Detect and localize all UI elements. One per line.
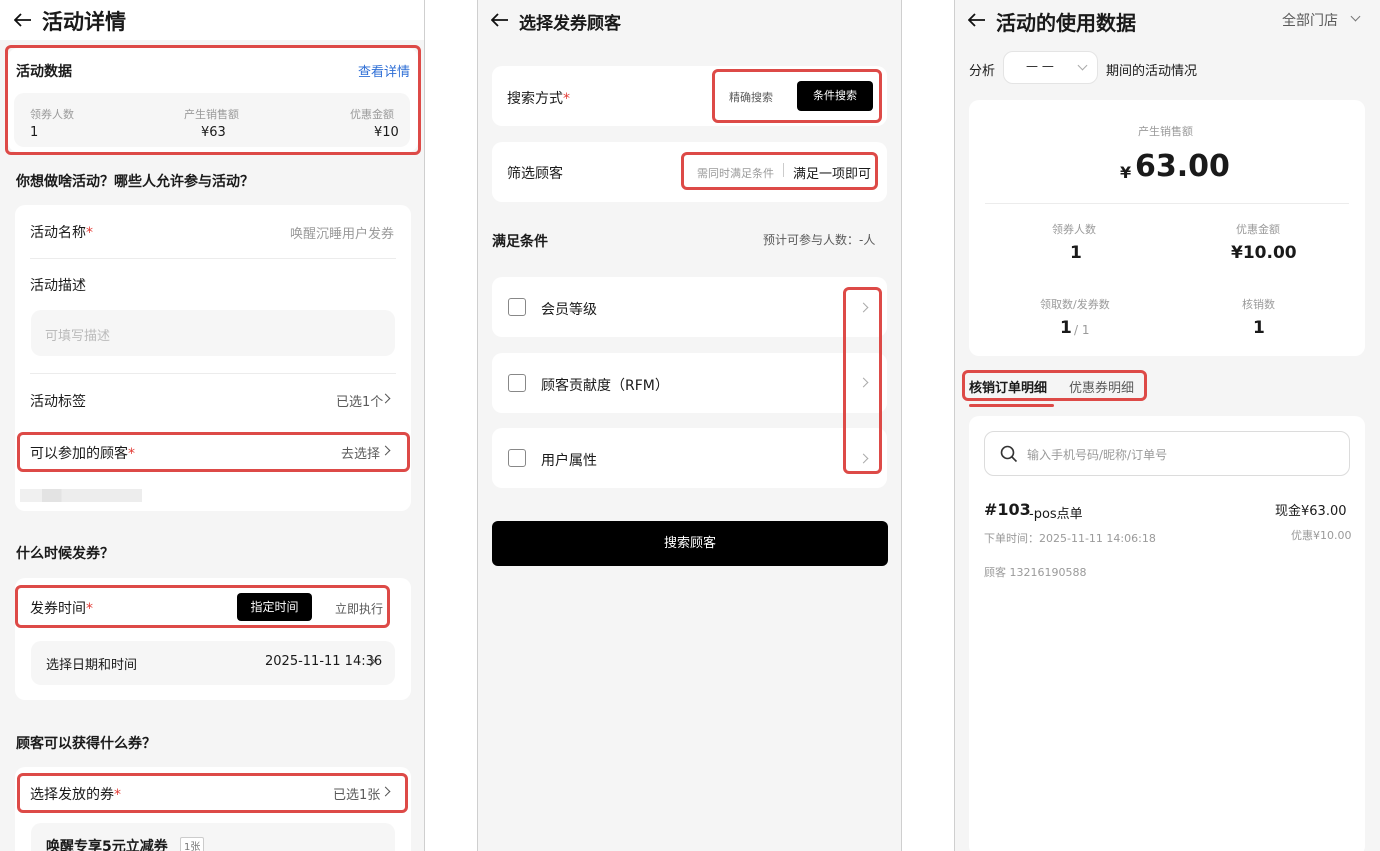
sales-label: 产生销售额	[1138, 125, 1193, 138]
checkbox[interactable]	[508, 449, 526, 467]
field-label-tag: 活动标签	[30, 394, 86, 410]
field-value-name[interactable]: 唤醒沉睡用户发券	[290, 223, 394, 242]
estimate-text: 预计可参与人数：-人	[763, 233, 876, 247]
section-title: 什么时候发券？	[16, 546, 114, 562]
period-value: — —	[1026, 59, 1054, 73]
search-customers-button[interactable]: 搜索顾客	[492, 521, 888, 566]
screen-select-customers: 选择发券顾客 搜索方式* 精确搜索 条件搜索 筛选顾客 需同时满足条件 满足一项…	[478, 0, 901, 851]
desc-placeholder: 可填写描述	[45, 329, 111, 344]
analysis-label: 分析	[969, 64, 996, 79]
orders-panel	[969, 416, 1365, 851]
search-mode-label: 搜索方式*	[507, 91, 570, 107]
field-value-coupon[interactable]: 已选1张	[333, 784, 380, 803]
field-label-coupon: 选择发放的券*	[30, 787, 121, 803]
screen-activity-detail: 活动详情 活动数据 查看详情 领券人数 1 产生销售额 ¥63 优惠金额 ¥10…	[0, 0, 424, 851]
stat-value: 1	[30, 125, 39, 140]
form-card	[15, 205, 411, 511]
divider	[30, 373, 396, 374]
currency-symbol: ¥	[1120, 163, 1132, 182]
filter-option-all[interactable]: 需同时满足条件	[697, 165, 774, 181]
back-arrow-icon[interactable]	[968, 13, 986, 27]
search-option-condition[interactable]: 条件搜索	[797, 81, 873, 111]
screen-usage-data: 活动的使用数据 全部门店 分析 — — 期间的活动情况 产生销售额 ¥ 63.0…	[955, 0, 1380, 851]
filter-label: 筛选顾客	[507, 166, 563, 182]
blurred-placeholder	[20, 489, 142, 502]
filter-option-any[interactable]: 满足一项即可	[793, 163, 871, 182]
stat-label: 领券人数	[1052, 223, 1096, 236]
condition-label: 会员等级	[541, 302, 597, 318]
field-label-customer: 可以参加的顾客*	[30, 446, 135, 462]
stat-label: 优惠金额	[350, 108, 394, 121]
order-customer: 顾客 13216190588	[984, 566, 1087, 579]
stat-label: 领取数/发券数	[1040, 298, 1110, 311]
tab-coupon-details[interactable]: 优惠券明细	[1069, 377, 1134, 396]
stat-value: ¥63	[201, 125, 226, 140]
stat-label: 核销数	[1242, 298, 1275, 311]
stat-value: 1	[1070, 243, 1082, 263]
order-amount: 现金¥63.00	[1275, 504, 1347, 519]
section-title: 你想做啥活动？哪些人允许参与活动？	[16, 174, 254, 190]
field-label-time: 发券时间*	[30, 601, 93, 617]
tab-verified-orders[interactable]: 核销订单明细	[969, 377, 1047, 396]
panel-divider	[477, 0, 478, 851]
field-value-tag[interactable]: 已选1个	[336, 391, 383, 410]
order-time: 下单时间：2025-11-11 14:06:18	[984, 532, 1156, 545]
page-title: 活动详情	[42, 10, 126, 34]
stat-sub: / 1	[1074, 323, 1090, 337]
filter-divider	[783, 163, 784, 177]
stat-value: ¥10	[374, 125, 399, 140]
tab-underline	[969, 404, 1054, 407]
page-title: 选择发券顾客	[519, 14, 621, 34]
section-title: 顾客可以获得什么券？	[16, 736, 156, 752]
time-option-specified[interactable]: 指定时间	[237, 593, 312, 621]
order-type: -pos点单	[1029, 507, 1083, 522]
stats-heading: 活动数据	[16, 64, 72, 80]
search-option-exact[interactable]: 精确搜索	[729, 89, 773, 105]
panel-divider	[424, 0, 425, 851]
stat-value: ¥10.00	[1231, 243, 1297, 263]
sales-value: 63.00	[1135, 149, 1230, 184]
field-label-name: 活动名称*	[30, 225, 93, 241]
condition-label: 顾客贡献度（RFM）	[541, 378, 669, 394]
checkbox[interactable]	[508, 374, 526, 392]
back-arrow-icon[interactable]	[491, 13, 509, 27]
view-details-link[interactable]: 查看详情	[358, 61, 410, 80]
conditions-title: 满足条件	[492, 234, 548, 250]
coupon-count-badge: 1张	[180, 837, 205, 851]
divider	[30, 258, 396, 259]
field-value-customer[interactable]: 去选择	[341, 443, 380, 462]
order-number: #103	[984, 500, 1031, 519]
coupon-name: 唤醒专享5元立减券	[46, 839, 168, 851]
stat-value: 1	[1253, 318, 1265, 338]
page-title: 活动的使用数据	[996, 11, 1136, 35]
checkbox[interactable]	[508, 298, 526, 316]
stat-label: 产生销售额	[184, 108, 239, 121]
condition-label: 用户属性	[541, 453, 597, 469]
stat-label: 领券人数	[30, 108, 74, 121]
field-label-desc: 活动描述	[30, 278, 86, 294]
back-arrow-icon[interactable]	[14, 13, 32, 27]
datetime-label: 选择日期和时间	[46, 658, 138, 673]
order-discount: 优惠¥10.00	[1291, 529, 1352, 542]
stat-label: 优惠金额	[1236, 223, 1280, 236]
chevron-down-icon	[1350, 11, 1361, 22]
period-suffix: 期间的活动情况	[1106, 64, 1198, 79]
store-selector[interactable]: 全部门店	[1282, 10, 1338, 30]
stat-value: 1	[1060, 318, 1072, 338]
search-placeholder: 输入手机号码/昵称/订单号	[1027, 448, 1168, 462]
time-option-immediate[interactable]: 立即执行	[335, 600, 383, 617]
panel-divider	[954, 0, 955, 851]
panel-divider	[901, 0, 902, 851]
search-icon	[1000, 445, 1018, 463]
divider	[985, 203, 1349, 204]
